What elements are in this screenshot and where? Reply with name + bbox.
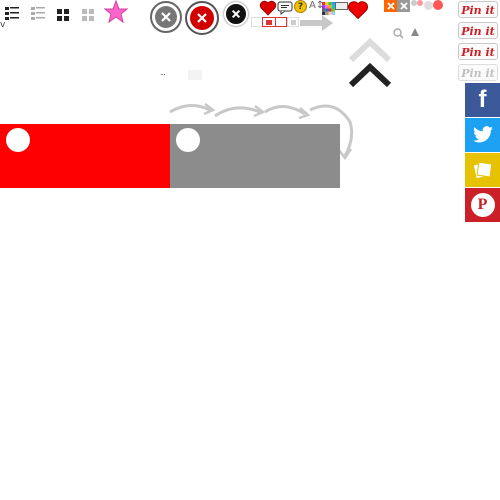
chevron-down-icon[interactable]: v: [0, 20, 5, 30]
scroll-up-dark-icon[interactable]: [348, 62, 392, 93]
pinterest-icon: P: [470, 193, 495, 217]
dot-indicator-pink[interactable]: [417, 0, 423, 6]
list-view-icon[interactable]: [31, 5, 47, 21]
close-circle-red-icon[interactable]: [185, 1, 219, 35]
ellipsis-text: ...: [160, 68, 166, 77]
toggle-off[interactable]: [170, 124, 340, 188]
pinterest-share-button[interactable]: P: [465, 188, 500, 222]
details-list-view-icon[interactable]: [5, 5, 21, 21]
dot-indicator-red[interactable]: [433, 0, 443, 10]
pin-it-button-1[interactable]: Pin it: [458, 1, 498, 18]
close-circle-gray-icon[interactable]: [150, 1, 182, 33]
placeholder-box: [188, 70, 202, 80]
heart-large-icon[interactable]: [347, 0, 369, 24]
dot-indicator-light[interactable]: [424, 1, 433, 10]
help-icon[interactable]: ?: [294, 0, 307, 13]
pin-it-button-3[interactable]: Pin it: [458, 43, 498, 60]
twitter-icon: [472, 126, 493, 143]
bookmark-icon: [473, 161, 492, 179]
toggle-knob: [176, 128, 200, 152]
facebook-icon: f: [478, 86, 487, 113]
large-grid-view-icon[interactable]: [57, 6, 73, 22]
toggle-on[interactable]: [0, 124, 170, 188]
pin-it-button-disabled[interactable]: Pin it: [458, 64, 498, 81]
triangle-up-icon[interactable]: [410, 22, 420, 41]
toggle-knob: [6, 128, 30, 152]
pin-it-button-2[interactable]: Pin it: [458, 22, 498, 39]
bookmark-share-button[interactable]: [465, 153, 500, 187]
arrow-right-icon[interactable]: [300, 15, 334, 35]
close-square-orange-icon[interactable]: [384, 0, 397, 12]
search-icon[interactable]: [393, 24, 404, 43]
twitter-share-button[interactable]: [465, 118, 500, 152]
facebook-share-button[interactable]: f: [465, 83, 500, 117]
tab-strip-right[interactable]: [287, 17, 299, 27]
close-square-gray-icon[interactable]: [397, 0, 410, 12]
close-circle-black-icon[interactable]: [224, 2, 248, 26]
star-icon[interactable]: [103, 0, 129, 28]
small-grid-view-icon[interactable]: [82, 6, 98, 22]
tab-strip-active[interactable]: [262, 17, 276, 27]
tab-strip-middle[interactable]: [275, 17, 287, 27]
